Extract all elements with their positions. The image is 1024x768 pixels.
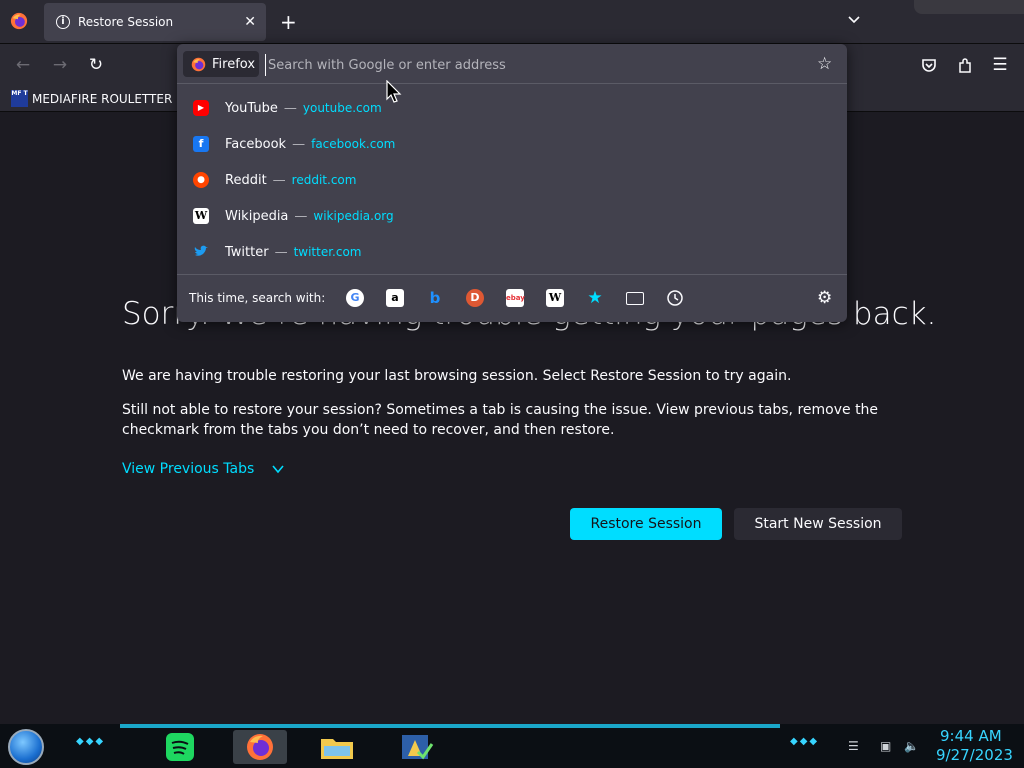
suggestion-url: reddit.com	[291, 173, 357, 187]
mediafire-icon: MF T	[11, 90, 28, 107]
suggestion-separator: —	[294, 208, 308, 224]
chevron-down-icon	[272, 465, 284, 474]
taskbar: ◆◆◆ ◆◆◆ ☰ ▣ 🔈 9:44 AM 9/27/2023	[0, 724, 1024, 768]
history-icon[interactable]	[666, 289, 684, 307]
firefox-icon[interactable]	[10, 12, 28, 30]
start-new-session-button[interactable]: Start New Session	[734, 508, 902, 540]
tab-strip: i Restore Session ✕ +	[0, 0, 1024, 44]
new-tab-button[interactable]: +	[280, 10, 297, 34]
tab-restore-session[interactable]: i Restore Session ✕	[44, 3, 266, 41]
suggestion-title: Wikipedia	[225, 208, 289, 224]
search-engine-label: Firefox	[212, 56, 256, 72]
bookmark-star-icon[interactable]: ☆	[817, 54, 832, 74]
gear-icon[interactable]: ⚙	[817, 288, 832, 308]
taskbar-decoration: ◆◆◆	[76, 736, 106, 747]
google-icon[interactable]: G	[346, 289, 364, 307]
one-off-search-label: This time, search with:	[189, 291, 326, 305]
info-icon: i	[56, 15, 70, 29]
taskbar-accent-line	[120, 724, 780, 728]
suggestion-item[interactable]: W Wikipedia — wikipedia.org	[177, 198, 847, 234]
chevron-down-icon[interactable]	[846, 12, 862, 28]
urlbar-dropdown: Firefox ☆ ▶ YouTube — youtube.com f Face…	[177, 44, 847, 322]
suggestion-item[interactable]: Twitter — twitter.com	[177, 234, 847, 270]
suggestion-url: wikipedia.org	[313, 209, 394, 223]
twitter-icon	[194, 245, 208, 256]
wikipedia-icon[interactable]: W	[546, 289, 564, 307]
search-engine-chip[interactable]: Firefox	[183, 51, 259, 77]
wikipedia-icon: W	[193, 208, 209, 224]
start-button[interactable]	[8, 729, 44, 765]
suggestion-separator: —	[292, 136, 306, 152]
menu-icon[interactable]: ☰	[991, 56, 1009, 74]
restore-help-text: Still not able to restore your session? …	[122, 402, 879, 438]
view-previous-tabs-link[interactable]: View Previous Tabs	[122, 461, 284, 477]
restore-description: We are having trouble restoring your las…	[122, 368, 792, 384]
suggestion-item[interactable]: f Facebook — facebook.com	[177, 126, 847, 162]
suggestion-title: Facebook	[225, 136, 287, 152]
network-icon[interactable]: ▣	[880, 739, 891, 753]
file-explorer-icon[interactable]	[312, 730, 362, 764]
window-decoration	[914, 0, 1024, 14]
close-tab-icon[interactable]: ✕	[244, 14, 256, 30]
suggestion-separator: —	[283, 100, 297, 116]
firefox-taskbar-icon[interactable]	[233, 730, 287, 764]
facebook-icon: f	[193, 136, 209, 152]
clock-time[interactable]: 9:44 AM	[940, 727, 1002, 745]
suggestion-separator: —	[274, 244, 288, 260]
mouse-cursor-icon	[386, 80, 402, 103]
urlbar: Firefox ☆	[177, 44, 847, 84]
suggestion-item[interactable]: ▶ YouTube — youtube.com	[177, 90, 847, 126]
suggestion-title: Reddit	[225, 172, 267, 188]
pocket-icon[interactable]	[920, 57, 938, 75]
bing-icon[interactable]: b	[426, 289, 444, 307]
suggestion-separator: —	[272, 172, 286, 188]
tabs-icon[interactable]	[626, 292, 644, 305]
extensions-icon[interactable]	[956, 57, 974, 75]
firefox-icon	[191, 57, 206, 71]
suggestion-item[interactable]: ● Reddit — reddit.com	[177, 162, 847, 198]
one-off-search-bar: This time, search with: G a b D ebay W ★…	[177, 274, 847, 322]
forward-arrow-icon[interactable]: →	[51, 56, 69, 74]
taskbar-decoration: ◆◆◆	[790, 736, 820, 747]
restore-session-button[interactable]: Restore Session	[570, 508, 722, 540]
suggestion-url: facebook.com	[311, 137, 396, 151]
duckduckgo-icon[interactable]: D	[466, 289, 484, 307]
spotify-icon[interactable]	[154, 730, 204, 764]
suggestion-url: youtube.com	[302, 101, 382, 115]
show-hidden-icons[interactable]: ☰	[848, 739, 859, 753]
bookmark-mediafire[interactable]: MEDIAFIRE ROULETTER	[32, 92, 172, 106]
tab-title: Restore Session	[78, 15, 174, 29]
suggestion-url: twitter.com	[293, 245, 362, 259]
back-arrow-icon[interactable]: ←	[14, 56, 32, 74]
reload-icon[interactable]: ↻	[87, 56, 105, 74]
view-previous-tabs-label: View Previous Tabs	[122, 461, 255, 477]
suggestion-title: Twitter	[225, 244, 269, 260]
amazon-icon[interactable]: a	[386, 289, 404, 307]
bookmarks-icon[interactable]: ★	[586, 289, 604, 307]
suggestion-title: YouTube	[225, 100, 278, 116]
reddit-icon: ●	[193, 172, 209, 188]
clock-date[interactable]: 9/27/2023	[936, 746, 1013, 764]
volume-icon[interactable]: 🔈	[904, 739, 919, 753]
app-shortcut-icon[interactable]	[390, 730, 440, 764]
address-input[interactable]	[265, 54, 685, 76]
youtube-icon: ▶	[193, 100, 209, 116]
ebay-icon[interactable]: ebay	[506, 289, 525, 307]
